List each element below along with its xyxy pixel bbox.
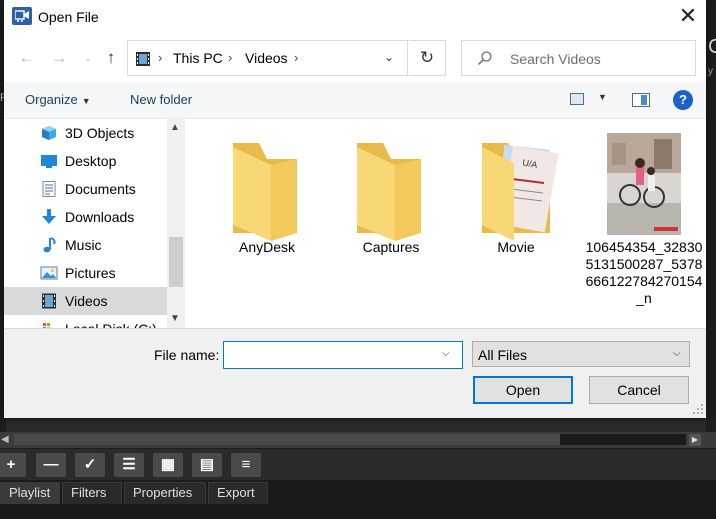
add-button[interactable]: + bbox=[0, 453, 26, 477]
sidebar-item-videos[interactable]: Videos bbox=[4, 287, 167, 315]
cancel-button[interactable]: Cancel bbox=[589, 376, 689, 404]
forward-icon[interactable]: → bbox=[48, 47, 70, 69]
background-app-right-edge: C y bbox=[706, 0, 716, 440]
folder-icon bbox=[357, 143, 421, 241]
tab-properties[interactable]: Properties bbox=[124, 482, 206, 504]
back-icon[interactable]: ← bbox=[16, 47, 38, 69]
file-type-select[interactable]: All Files ⌵ bbox=[472, 341, 690, 367]
sidebar-item-documents[interactable]: Documents bbox=[4, 175, 167, 203]
scroll-down-icon[interactable]: ▼ bbox=[170, 313, 180, 324]
details-view-button[interactable]: ☰ bbox=[114, 453, 144, 477]
resize-grip-icon[interactable] bbox=[692, 403, 704, 415]
tab-export[interactable]: Export bbox=[208, 482, 268, 504]
tab-filters[interactable]: Filters bbox=[62, 482, 122, 504]
folder-icon bbox=[233, 143, 297, 241]
sidebar-item-local-disk[interactable]: Local Disk (C:) bbox=[4, 315, 167, 329]
sidebar-item-music[interactable]: Music bbox=[4, 231, 167, 259]
chevron-down-icon: ⌵ bbox=[673, 348, 681, 359]
icons-view-button[interactable]: ▦ bbox=[153, 453, 183, 477]
documents-icon bbox=[42, 181, 56, 197]
update-button[interactable]: ✓ bbox=[75, 453, 105, 477]
command-bar: Organize ▼ New folder ▼ ? bbox=[4, 82, 706, 118]
tab-playlist[interactable]: Playlist bbox=[0, 482, 60, 504]
panel-tabs: Playlist Filters Properties Export bbox=[0, 480, 716, 519]
breadcrumb-separator-icon[interactable]: › bbox=[228, 50, 232, 65]
title-bar[interactable]: Open File ✕ bbox=[4, 0, 706, 34]
view-options-chevron-icon[interactable]: ▼ bbox=[598, 92, 607, 102]
remove-button[interactable]: — bbox=[36, 453, 66, 477]
menu-button[interactable]: ≡ bbox=[231, 453, 261, 477]
open-file-dialog: Open File ✕ ← → ⌄ ↑ › This PC › Videos ›… bbox=[4, 0, 706, 418]
tiles-view-button[interactable]: ▤ bbox=[192, 453, 222, 477]
recent-locations-icon[interactable]: ⌄ bbox=[82, 47, 94, 69]
3d-objects-icon bbox=[42, 126, 56, 140]
close-icon: ✕ bbox=[678, 3, 698, 28]
navigation-scrollbar[interactable]: ▲ ▼ bbox=[167, 119, 185, 329]
sidebar-item-desktop[interactable]: Desktop bbox=[4, 147, 167, 175]
scrollbar-thumb[interactable] bbox=[169, 237, 183, 287]
sidebar-item-3d-objects[interactable]: 3D Objects bbox=[4, 119, 167, 147]
dialog-footer: File name: ⌵ All Files ⌵ Open Cancel bbox=[4, 328, 706, 418]
refresh-button[interactable]: ↻ bbox=[409, 40, 446, 76]
desktop-icon bbox=[41, 155, 57, 168]
search-placeholder: Search Videos bbox=[510, 51, 601, 67]
image-thumbnail-icon bbox=[607, 133, 681, 235]
dialog-title: Open File bbox=[38, 9, 99, 25]
search-icon bbox=[477, 51, 492, 66]
scroll-left-icon[interactable]: ◀ bbox=[1, 434, 9, 445]
address-dropdown-icon[interactable]: ⌄ bbox=[384, 50, 394, 64]
change-view-icon[interactable] bbox=[570, 93, 584, 105]
pictures-icon bbox=[40, 266, 58, 280]
sidebar-item-downloads[interactable]: Downloads bbox=[4, 203, 167, 231]
videos-folder-icon bbox=[136, 52, 150, 66]
app-icon bbox=[12, 7, 32, 25]
close-button[interactable]: ✕ bbox=[670, 0, 706, 34]
file-name-dropdown-icon[interactable]: ⌵ bbox=[442, 348, 450, 359]
scroll-up-icon[interactable]: ▲ bbox=[170, 122, 180, 133]
scroll-right-icon[interactable]: ▶ bbox=[689, 434, 701, 446]
timeline-scrollbar[interactable]: ◀ ▶ bbox=[0, 432, 716, 448]
breadcrumb-separator-icon[interactable]: › bbox=[158, 50, 162, 65]
file-type-value: All Files bbox=[478, 347, 528, 363]
chevron-down-icon: ▼ bbox=[81, 96, 91, 106]
scrollbar-thumb[interactable] bbox=[14, 434, 560, 445]
address-bar[interactable]: › This PC › Videos › ⌄ bbox=[127, 40, 408, 76]
help-icon[interactable]: ? bbox=[673, 90, 693, 110]
browser-content: 3D Objects Desktop Documents Downloads M… bbox=[4, 118, 706, 329]
music-icon bbox=[43, 237, 56, 253]
sidebar-item-pictures[interactable]: Pictures bbox=[4, 259, 167, 287]
refresh-icon: ↻ bbox=[419, 48, 435, 67]
breadcrumb-videos[interactable]: Videos bbox=[245, 50, 288, 66]
up-icon[interactable]: ↑ bbox=[100, 47, 122, 69]
new-folder-button[interactable]: New folder bbox=[130, 92, 192, 107]
scrollbar-track bbox=[560, 434, 686, 445]
open-button[interactable]: Open bbox=[473, 376, 573, 404]
organize-button[interactable]: Organize ▼ bbox=[25, 92, 91, 107]
playlist-toolbar: + — ✓ ☰ ▦ ▤ ≡ bbox=[0, 448, 716, 480]
preview-pane-icon[interactable] bbox=[632, 93, 650, 107]
navigation-row: ← → ⌄ ↑ › This PC › Videos › ⌄ ↻ Search … bbox=[4, 38, 706, 78]
file-name-input[interactable] bbox=[223, 341, 463, 369]
search-box[interactable]: Search Videos bbox=[461, 40, 696, 76]
navigation-pane: 3D Objects Desktop Documents Downloads M… bbox=[4, 119, 185, 329]
folder-with-documents-icon: U/A bbox=[482, 143, 559, 241]
downloads-icon bbox=[42, 209, 56, 224]
file-list: AnyDesk Captures U/A Movie 106454354_328… bbox=[186, 119, 706, 329]
breadcrumb-separator-icon[interactable]: › bbox=[294, 50, 298, 65]
file-name-label: File name: bbox=[154, 347, 220, 363]
breadcrumb-this-pc[interactable]: This PC bbox=[173, 50, 223, 66]
videos-icon bbox=[42, 293, 56, 309]
